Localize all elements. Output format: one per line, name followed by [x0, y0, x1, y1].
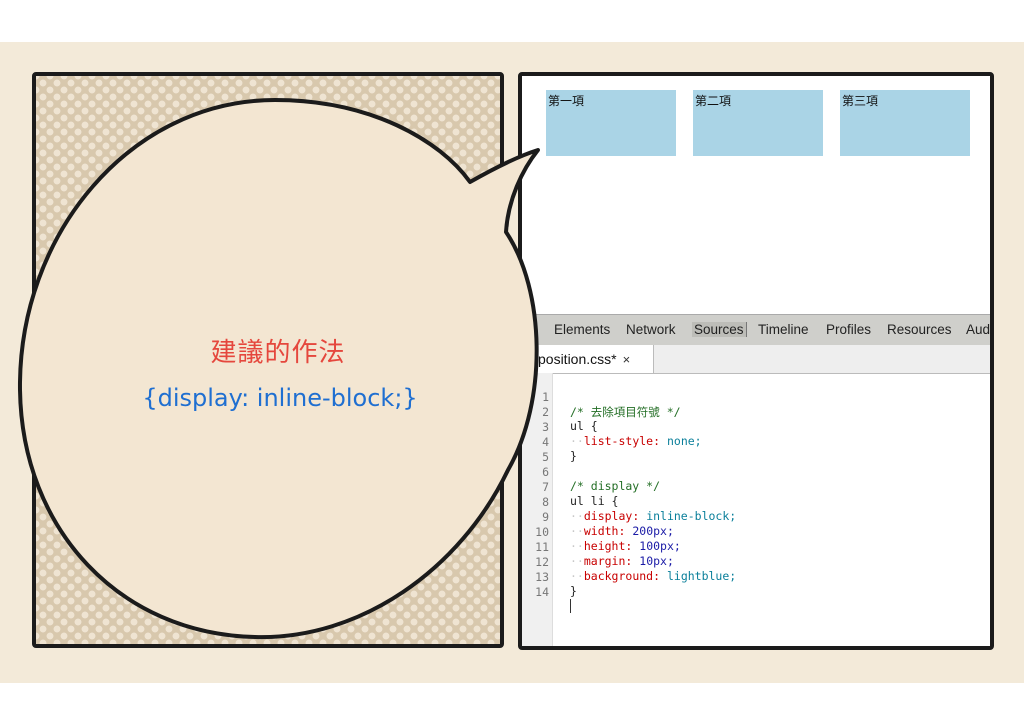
speech-bubble — [17, 98, 540, 640]
bubble-code-snippet: {display: inline-block;} — [142, 384, 418, 412]
bubble-title: 建議的作法 — [210, 338, 346, 368]
